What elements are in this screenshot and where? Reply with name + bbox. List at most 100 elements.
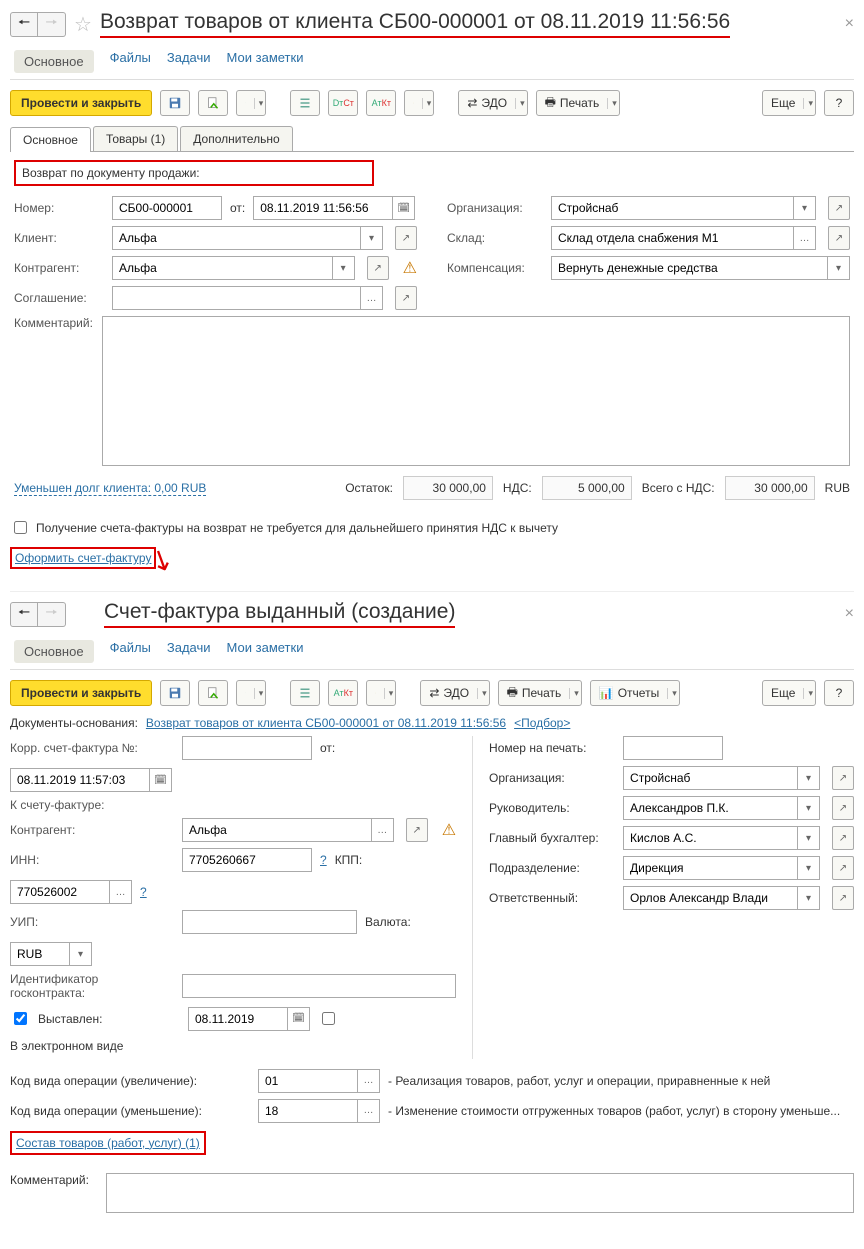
- dt-cr-button[interactable]: DтCт: [328, 90, 358, 116]
- open-button[interactable]: ↗: [832, 796, 854, 820]
- sf-comment-textarea[interactable]: [106, 1173, 854, 1213]
- save-button[interactable]: [160, 90, 190, 116]
- pick-link[interactable]: <Подбор>: [514, 716, 570, 730]
- nav-tab-files[interactable]: Файлы: [110, 640, 151, 663]
- more-button[interactable]: Еще: [762, 680, 816, 706]
- dropdown-icon[interactable]: ▾: [798, 796, 820, 820]
- doc-tab-goods[interactable]: Товары (1): [93, 126, 178, 151]
- open-contragent-button[interactable]: ↗: [367, 256, 389, 280]
- nav-tab-notes[interactable]: Мои заметки: [227, 640, 304, 663]
- edo-button[interactable]: ⇄ЭДО: [420, 680, 489, 706]
- edo-button[interactable]: ⇄ЭДО: [458, 90, 527, 116]
- dropdown-icon[interactable]: ▾: [798, 826, 820, 850]
- issued-date-input[interactable]: [188, 1007, 288, 1031]
- goods-composition-link[interactable]: Состав товаров (работ, услуг) (1): [16, 1136, 200, 1150]
- back-button[interactable]: 🠔: [10, 602, 38, 627]
- warehouse-input[interactable]: [551, 226, 794, 250]
- print-no-input[interactable]: [623, 736, 723, 760]
- sf-date-input[interactable]: [10, 768, 150, 792]
- open-button[interactable]: ↗: [832, 826, 854, 850]
- open-button[interactable]: ↗: [832, 886, 854, 910]
- corr-no-input[interactable]: [182, 736, 312, 760]
- issue-invoice-link[interactable]: Оформить счет-фактуру: [15, 551, 151, 565]
- back-button[interactable]: 🠔: [10, 12, 38, 37]
- open-client-button[interactable]: ↗: [395, 226, 417, 250]
- responsible-input[interactable]: [623, 886, 798, 910]
- kpp-input[interactable]: [10, 880, 110, 904]
- dropdown-icon[interactable]: ▾: [794, 196, 816, 220]
- dropdown-icon[interactable]: ▾: [361, 226, 383, 250]
- at-kt-button[interactable]: АтКт: [366, 90, 396, 116]
- close-icon[interactable]: ×: [845, 605, 854, 623]
- open-button[interactable]: ↗: [832, 766, 854, 790]
- nav-tab-tasks[interactable]: Задачи: [167, 50, 211, 73]
- save-button[interactable]: [160, 680, 190, 706]
- dropdown-icon[interactable]: ▾: [798, 886, 820, 910]
- currency-input[interactable]: [10, 942, 70, 966]
- uip-input[interactable]: [182, 910, 357, 934]
- basis-link[interactable]: Возврат товаров от клиента СБ00-000001 о…: [146, 716, 506, 730]
- print-button[interactable]: 🖶Печать: [536, 90, 620, 116]
- compensation-input[interactable]: [551, 256, 828, 280]
- number-input[interactable]: [112, 196, 222, 220]
- dropdown-icon[interactable]: ▾: [798, 766, 820, 790]
- dropdown-icon[interactable]: ▾: [798, 856, 820, 880]
- based-on-button[interactable]: [236, 90, 266, 116]
- structure-button[interactable]: [290, 680, 320, 706]
- kpp-help-link[interactable]: ?: [140, 885, 147, 899]
- electronic-checkbox[interactable]: [322, 1012, 335, 1025]
- issued-checkbox[interactable]: [14, 1012, 27, 1025]
- client-input[interactable]: [112, 226, 361, 250]
- post-button[interactable]: [198, 680, 228, 706]
- nav-tab-notes[interactable]: Мои заметки: [227, 50, 304, 73]
- inn-input[interactable]: [182, 848, 312, 872]
- no-invoice-checkbox[interactable]: [14, 521, 27, 534]
- dropdown-icon[interactable]: ▾: [333, 256, 355, 280]
- return-by-doc-field[interactable]: Возврат по документу продажи:: [14, 160, 374, 186]
- post-and-close-button[interactable]: Провести и закрыть: [10, 680, 152, 706]
- comment-textarea[interactable]: [102, 316, 850, 466]
- forward-button[interactable]: 🠖: [38, 602, 66, 627]
- date-input[interactable]: [253, 196, 393, 220]
- sf-contragent-input[interactable]: [182, 818, 372, 842]
- reports-button[interactable]: 📊Отчеты: [590, 680, 680, 706]
- nav-tab-tasks[interactable]: Задачи: [167, 640, 211, 663]
- calendar-icon[interactable]: 🗓: [150, 768, 172, 792]
- structure-button[interactable]: [290, 90, 320, 116]
- select-icon[interactable]: …: [358, 1069, 380, 1093]
- print-button[interactable]: 🖶Печать: [498, 680, 582, 706]
- open-org-button[interactable]: ↗: [828, 196, 850, 220]
- at-kt-button[interactable]: АтКт: [328, 680, 358, 706]
- open-agreement-button[interactable]: ↗: [395, 286, 417, 310]
- debt-link[interactable]: Уменьшен долг клиента: 0,00 RUB: [14, 481, 206, 496]
- dropdown-icon[interactable]: ▾: [828, 256, 850, 280]
- select-icon[interactable]: …: [372, 818, 394, 842]
- doc-tab-extra[interactable]: Дополнительно: [180, 126, 292, 151]
- select-icon[interactable]: …: [361, 286, 383, 310]
- calendar-icon[interactable]: 🗓: [288, 1007, 310, 1031]
- close-icon[interactable]: ×: [845, 15, 854, 33]
- select-icon[interactable]: …: [110, 880, 132, 904]
- favorite-icon[interactable]: ☆: [74, 12, 92, 37]
- help-button[interactable]: ?: [824, 90, 854, 116]
- contragent-input[interactable]: [112, 256, 333, 280]
- forward-button[interactable]: 🠖: [38, 12, 66, 37]
- agreement-input[interactable]: [112, 286, 361, 310]
- op-dec-input[interactable]: [258, 1099, 358, 1123]
- contract-id-input[interactable]: [182, 974, 456, 998]
- sf-org-input[interactable]: [623, 766, 798, 790]
- op-inc-input[interactable]: [258, 1069, 358, 1093]
- select-icon[interactable]: …: [358, 1099, 380, 1123]
- nav-tab-files[interactable]: Файлы: [110, 50, 151, 73]
- dropdown-icon[interactable]: ▾: [70, 942, 92, 966]
- post-and-close-button[interactable]: Провести и закрыть: [10, 90, 152, 116]
- org-input[interactable]: [551, 196, 794, 220]
- calendar-icon[interactable]: 🗓: [393, 196, 415, 220]
- dept-input[interactable]: [623, 856, 798, 880]
- help-button[interactable]: ?: [824, 680, 854, 706]
- select-icon[interactable]: …: [794, 226, 816, 250]
- based-on-button[interactable]: [236, 680, 266, 706]
- post-button[interactable]: [198, 90, 228, 116]
- accountant-input[interactable]: [623, 826, 798, 850]
- doc-tab-main[interactable]: Основное: [10, 127, 91, 152]
